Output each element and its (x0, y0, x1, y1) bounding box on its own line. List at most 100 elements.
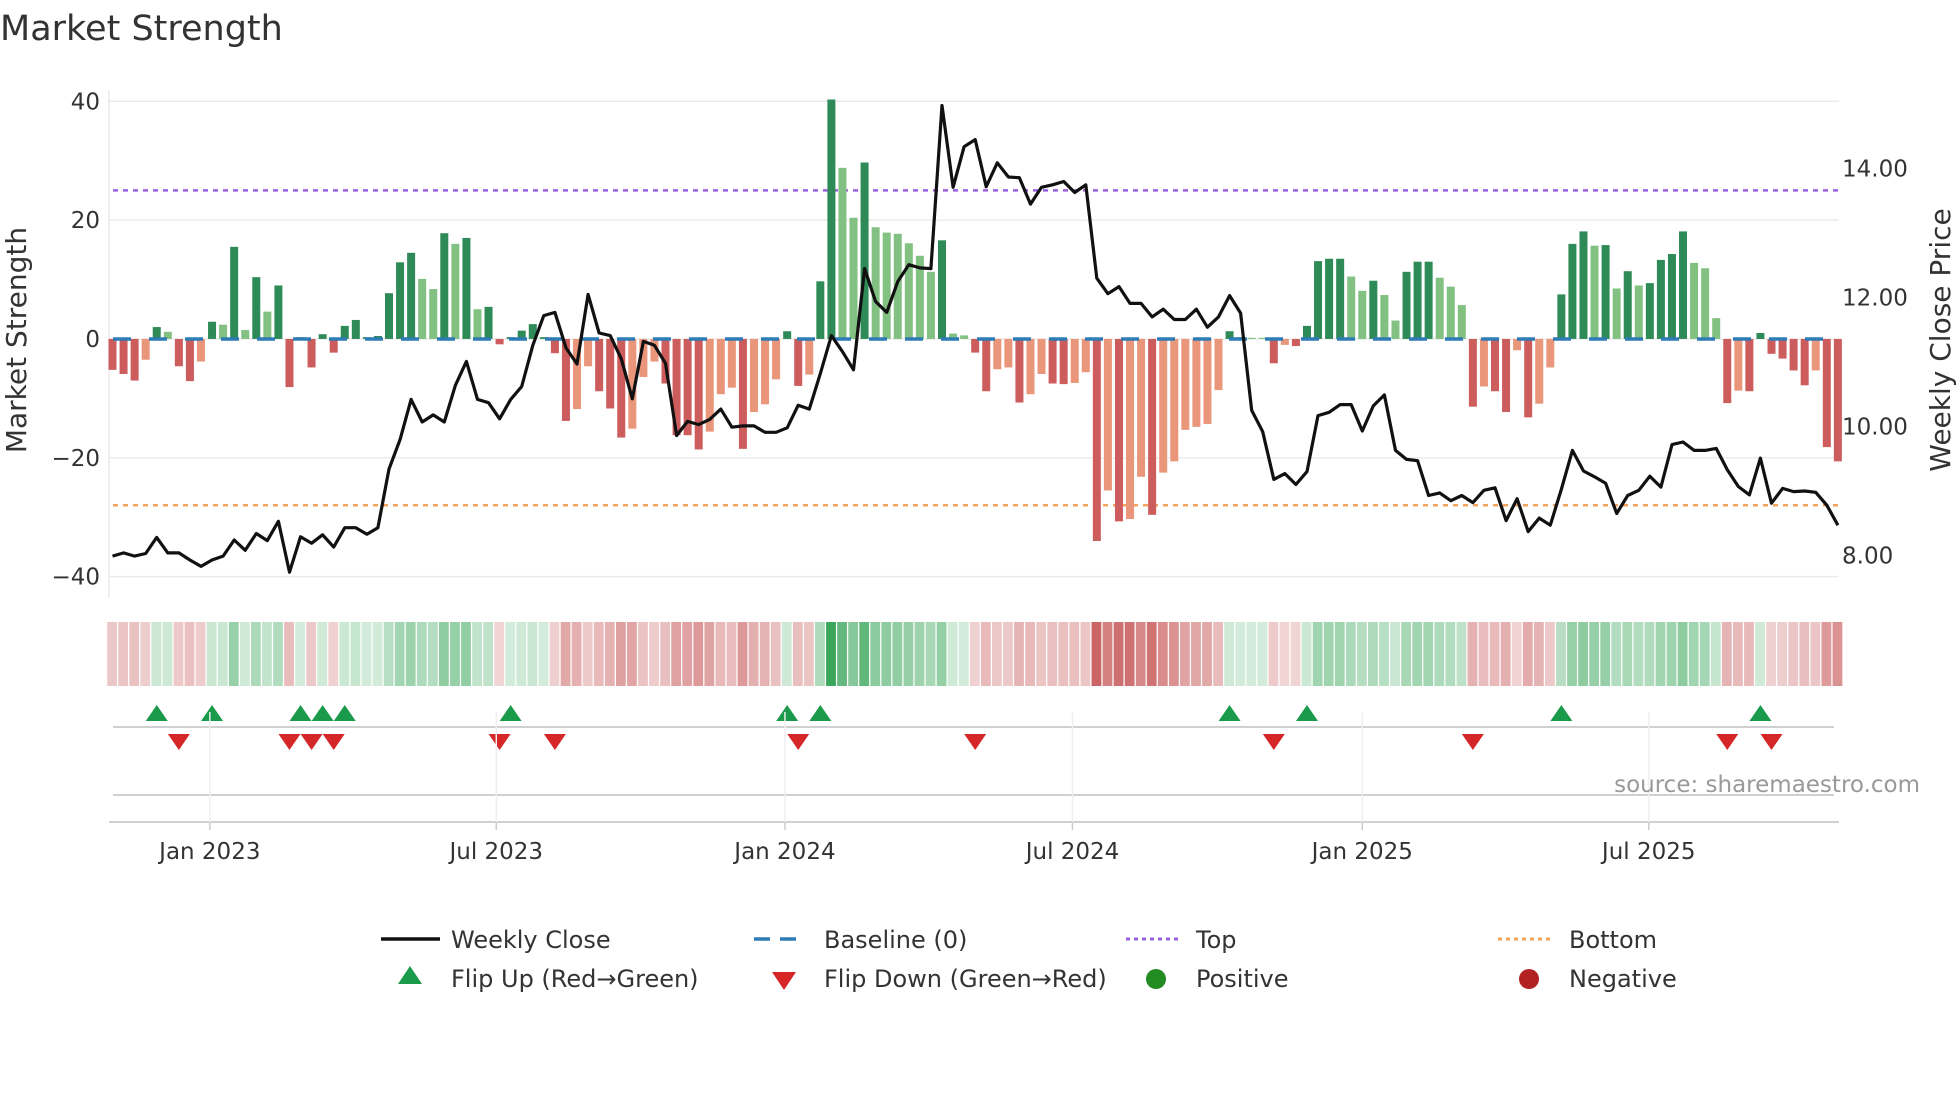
strip-cell (1511, 622, 1522, 686)
strength-bar (1712, 318, 1721, 339)
strength-heat-strip (107, 622, 1843, 686)
strength-bar (1347, 276, 1356, 339)
strip-cell (571, 622, 582, 686)
strength-bar (1778, 338, 1787, 359)
strip-cell (1655, 622, 1666, 686)
strip-cell (1478, 622, 1489, 686)
flip-up-marker (776, 705, 799, 721)
flip-down-marker (543, 734, 566, 750)
strength-bar (1468, 338, 1477, 407)
strength-bar (1524, 338, 1533, 418)
strip-cell (1733, 622, 1743, 686)
strip-cell (1821, 622, 1832, 686)
strip-cell (350, 622, 361, 686)
strip-cell (549, 622, 560, 686)
strip-cell (638, 622, 648, 686)
strip-cell (1135, 622, 1146, 686)
flip-down-marker (322, 734, 345, 750)
strength-bar (1269, 338, 1278, 364)
strip-cell (1545, 622, 1555, 686)
legend-item-flip-down[interactable]: Flip Down (Green→Red) (772, 965, 1107, 993)
legend-label: Weekly Close (451, 926, 611, 954)
legend-item-top[interactable]: Top (1126, 926, 1237, 954)
strength-bar (1170, 338, 1179, 462)
strip-cell (516, 622, 527, 686)
strip-cell (1180, 622, 1190, 686)
strip-cell (1213, 622, 1223, 686)
strip-cell (217, 622, 228, 686)
strip-cell (295, 622, 306, 686)
strip-cell (1257, 622, 1268, 686)
strip-cell (339, 622, 350, 686)
strip-cell (980, 622, 991, 686)
strength-bar (849, 217, 858, 339)
strip-cell (693, 622, 704, 686)
strength-bar (219, 324, 228, 339)
y-tick-label: 40 (71, 89, 100, 115)
strength-bar (838, 167, 847, 339)
strip-cell (450, 622, 460, 686)
strength-bar (960, 335, 969, 339)
x-tick-label: Jan 2023 (157, 839, 260, 865)
strip-cell (781, 622, 792, 686)
strip-cell (1456, 622, 1467, 686)
strip-cell (206, 622, 217, 686)
strip-cell (1677, 622, 1688, 686)
negative-circle-icon (1519, 969, 1539, 989)
legend-item-negative[interactable]: Negative (1519, 965, 1677, 993)
strip-cell (1191, 622, 1201, 686)
strength-bar (904, 243, 913, 339)
strength-bar (307, 338, 316, 368)
strip-cell (273, 622, 283, 686)
strip-cell (604, 622, 615, 686)
strip-cell (1533, 622, 1544, 686)
strip-cell (494, 622, 505, 686)
strip-cell (815, 622, 825, 686)
strength-bar (1126, 338, 1135, 519)
strength-bar (1502, 338, 1511, 413)
strip-cell (1578, 622, 1588, 686)
x-tick-label: Jan 2025 (1310, 839, 1413, 865)
strength-bar (827, 99, 836, 339)
strength-bar (1601, 245, 1610, 339)
legend-item-bottom[interactable]: Bottom (1498, 926, 1657, 954)
strength-bar (1623, 271, 1632, 339)
legend-item-close[interactable]: Weekly Close (381, 926, 611, 954)
strength-bar (152, 327, 161, 339)
strength-bar (1413, 261, 1422, 339)
strip-cell (1003, 622, 1013, 686)
strength-bar (1612, 288, 1621, 339)
strength-bar (727, 338, 736, 388)
strip-cell (427, 622, 438, 686)
strip-cell (1080, 622, 1091, 686)
strip-cell (1390, 622, 1400, 686)
strip-cell (748, 622, 759, 686)
strength-bar (1181, 338, 1190, 430)
strength-bar (1701, 268, 1710, 339)
flip-down-marker (1461, 734, 1484, 750)
strip-cell (1489, 622, 1500, 686)
strength-bar (1004, 338, 1013, 368)
strength-bar (1314, 261, 1323, 339)
market-strength-chart: Market Strength 40 20 0 −20 −40 14.00 12.00 10… (0, 9, 1957, 993)
y2-tick-label: 12.00 (1842, 286, 1908, 312)
strip-cell (737, 622, 748, 686)
legend-item-flip-up[interactable]: Flip Up (Red→Green) (398, 965, 699, 993)
strength-bar (1745, 338, 1754, 392)
strength-bar (805, 338, 814, 375)
strip-cell (593, 622, 604, 686)
flip-down-marker (1760, 734, 1783, 750)
strength-bar (1059, 338, 1068, 385)
strength-bar (1579, 231, 1588, 339)
strength-bar (1358, 290, 1367, 339)
strength-bar (1114, 338, 1123, 522)
legend-item-baseline[interactable]: Baseline (0) (754, 926, 967, 954)
strip-cell (361, 622, 372, 686)
strip-cell (1832, 622, 1843, 686)
strip-cell (405, 622, 416, 686)
strip-cell (759, 622, 770, 686)
strip-cell (328, 622, 339, 686)
strength-bar (263, 311, 272, 339)
legend-item-positive[interactable]: Positive (1146, 965, 1289, 993)
strength-bar (1081, 338, 1090, 373)
